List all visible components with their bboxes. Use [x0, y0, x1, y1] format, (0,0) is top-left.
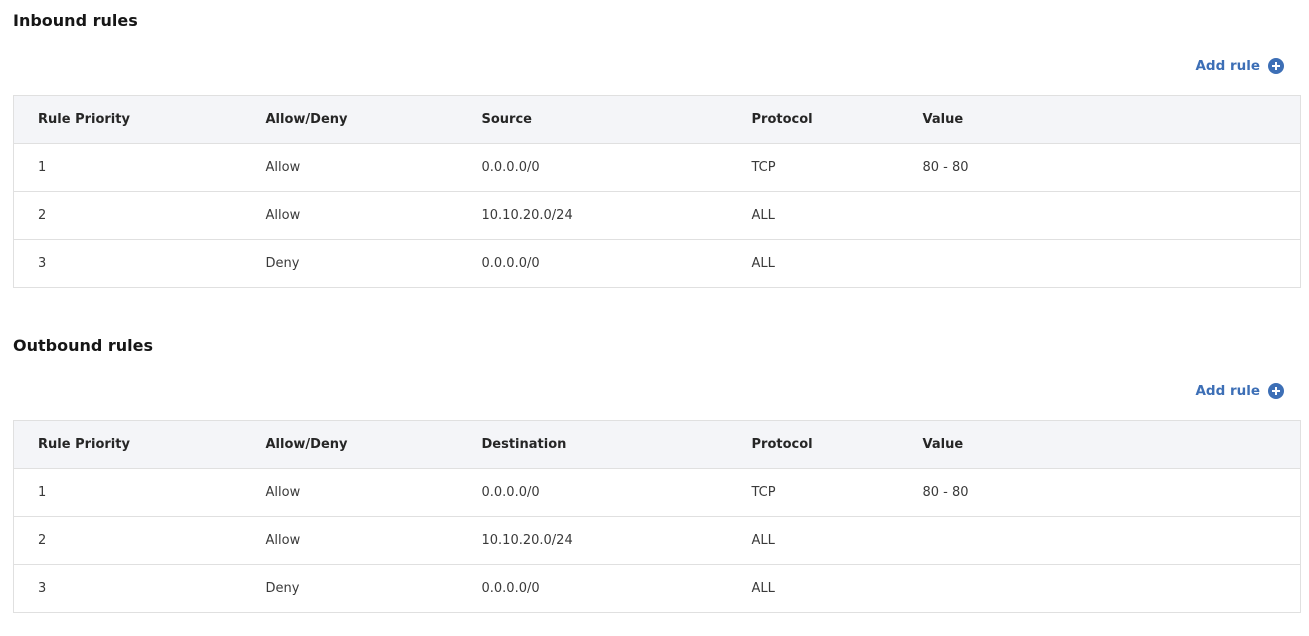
inbound-add-rule-button[interactable]: Add rule — [1195, 57, 1284, 75]
cell-rule-priority: 2 — [13, 191, 242, 240]
outbound-add-rule-button[interactable]: Add rule — [1195, 382, 1284, 400]
column-header-value: Value — [898, 420, 1301, 469]
inbound-rules-table: Rule Priority Allow/Deny Source Protocol… — [13, 95, 1301, 288]
cell-protocol: ALL — [727, 191, 899, 240]
cell-protocol: TCP — [727, 468, 899, 517]
cell-destination: 10.10.20.0/24 — [457, 516, 728, 565]
outbound-rules-table: Rule Priority Allow/Deny Destination Pro… — [13, 420, 1301, 613]
cell-rule-priority: 2 — [13, 516, 242, 565]
column-header-protocol: Protocol — [727, 420, 899, 469]
add-rule-label[interactable]: Add rule — [1195, 57, 1260, 75]
table-row: 2 Allow 10.10.20.0/24 ALL — [13, 191, 1301, 240]
table-header-row: Rule Priority Allow/Deny Destination Pro… — [13, 420, 1301, 469]
column-header-allow-deny: Allow/Deny — [241, 420, 458, 469]
column-header-source: Source — [457, 95, 728, 144]
cell-protocol: ALL — [727, 516, 899, 565]
cell-protocol: TCP — [727, 143, 899, 192]
add-rule-label[interactable]: Add rule — [1195, 382, 1260, 400]
column-header-allow-deny: Allow/Deny — [241, 95, 458, 144]
cell-allow-deny: Deny — [265, 256, 300, 271]
cell-protocol: ALL — [751, 256, 775, 271]
cell-rule-priority: 3 — [38, 581, 47, 596]
table-header-row: Rule Priority Allow/Deny Source Protocol… — [13, 95, 1301, 144]
cell-source: 10.10.20.0/24 — [457, 191, 728, 240]
cell-rule-priority: 1 — [13, 468, 242, 517]
cell-destination: 0.0.0.0/0 — [457, 468, 728, 517]
cell-destination: 0.0.0.0/0 — [481, 581, 540, 596]
column-header-destination: Destination — [457, 420, 728, 469]
cell-allow-deny: Deny — [265, 581, 300, 596]
cell-allow-deny: Allow — [241, 143, 458, 192]
cell-value — [899, 565, 1301, 613]
cell-protocol: ALL — [751, 581, 775, 596]
cell-value: 80 - 80 — [898, 143, 1301, 192]
cell-value — [898, 516, 1301, 565]
table-row: 3 Deny 0.0.0.0/0 ALL — [14, 565, 1301, 613]
table-row: 3 Deny 0.0.0.0/0 ALL — [14, 240, 1301, 288]
cell-allow-deny: Allow — [241, 516, 458, 565]
cell-allow-deny: Allow — [241, 191, 458, 240]
column-header-rule-priority: Rule Priority — [13, 420, 242, 469]
column-header-protocol: Protocol — [727, 95, 899, 144]
inbound-rules-title: Inbound rules — [13, 11, 138, 30]
cell-value — [898, 191, 1301, 240]
cell-source: 0.0.0.0/0 — [457, 143, 728, 192]
cell-rule-priority: 1 — [13, 143, 242, 192]
column-header-rule-priority: Rule Priority — [13, 95, 242, 144]
column-header-value: Value — [898, 95, 1301, 144]
cell-value — [899, 240, 1301, 288]
table-row: 1 Allow 0.0.0.0/0 TCP 80 - 80 — [13, 143, 1301, 192]
plus-circle-icon[interactable] — [1268, 383, 1284, 399]
cell-value: 80 - 80 — [898, 468, 1301, 517]
cell-source: 0.0.0.0/0 — [481, 256, 540, 271]
cell-allow-deny: Allow — [241, 468, 458, 517]
table-row: 1 Allow 0.0.0.0/0 TCP 80 - 80 — [13, 468, 1301, 517]
plus-circle-icon[interactable] — [1268, 58, 1284, 74]
cell-rule-priority: 3 — [38, 256, 47, 271]
table-row: 2 Allow 10.10.20.0/24 ALL — [13, 516, 1301, 565]
outbound-rules-title: Outbound rules — [13, 336, 154, 355]
